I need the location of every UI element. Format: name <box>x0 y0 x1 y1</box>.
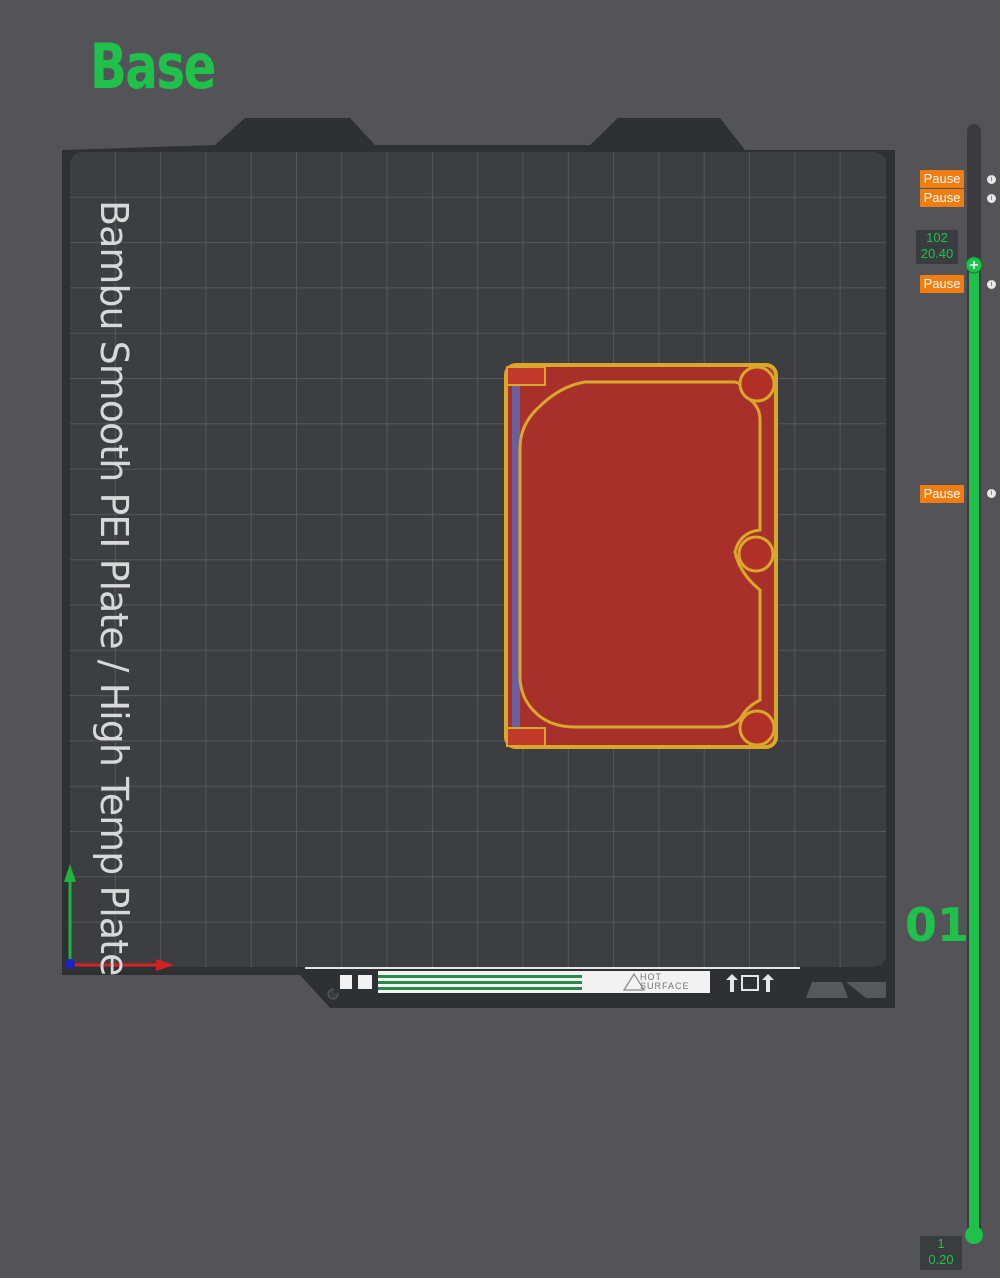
part-mount-hole-top <box>738 365 776 403</box>
plate-orientation-icon <box>726 974 774 992</box>
pause-marker-2[interactable]: Pause <box>920 189 964 207</box>
pause-info-icon[interactable]: i <box>987 175 996 184</box>
pause-info-icon[interactable]: i <box>987 194 996 203</box>
sticker-text-line2: SURFACE <box>640 981 690 991</box>
plate-sticker: HOT SURFACE <box>334 971 710 993</box>
build-plate-view[interactable] <box>0 0 1000 1278</box>
plate-type-label: Bambu Smooth PEI Plate / High Temp Plate <box>92 200 136 976</box>
part-inner-pocket <box>518 380 762 729</box>
top-layer-readout: 102 20.40 <box>916 230 958 264</box>
part-corner-bl <box>506 727 546 747</box>
plate-notch-left <box>806 982 848 998</box>
part-mount-hole-mid <box>737 535 775 573</box>
plate-number-label: 01 <box>905 898 970 952</box>
pause-info-icon[interactable]: i <box>987 489 996 498</box>
plate-type-label-container: Bambu Smooth PEI Plate / High Temp Plate <box>92 200 136 975</box>
pause-marker-4[interactable]: Pause <box>920 485 964 503</box>
pause-info-icon[interactable]: i <box>987 280 996 289</box>
pause-marker-3[interactable]: Pause <box>920 275 964 293</box>
printed-part[interactable] <box>504 363 778 749</box>
part-mount-hole-bottom <box>738 709 776 747</box>
top-layer-height: 20.40 <box>920 246 954 261</box>
bottom-layer-number: 1 <box>937 1236 945 1251</box>
top-layer-number: 102 <box>926 230 948 245</box>
origin-icon <box>65 959 75 969</box>
bottom-layer-height: 0.20 <box>928 1252 954 1267</box>
bottom-layer-readout: 1 0.20 <box>920 1236 962 1270</box>
slider-handle-bottom-icon[interactable] <box>965 1226 983 1244</box>
part-corner-tl <box>506 366 546 386</box>
pause-marker-1[interactable]: Pause <box>920 170 964 188</box>
slider-track[interactable] <box>969 262 979 1236</box>
